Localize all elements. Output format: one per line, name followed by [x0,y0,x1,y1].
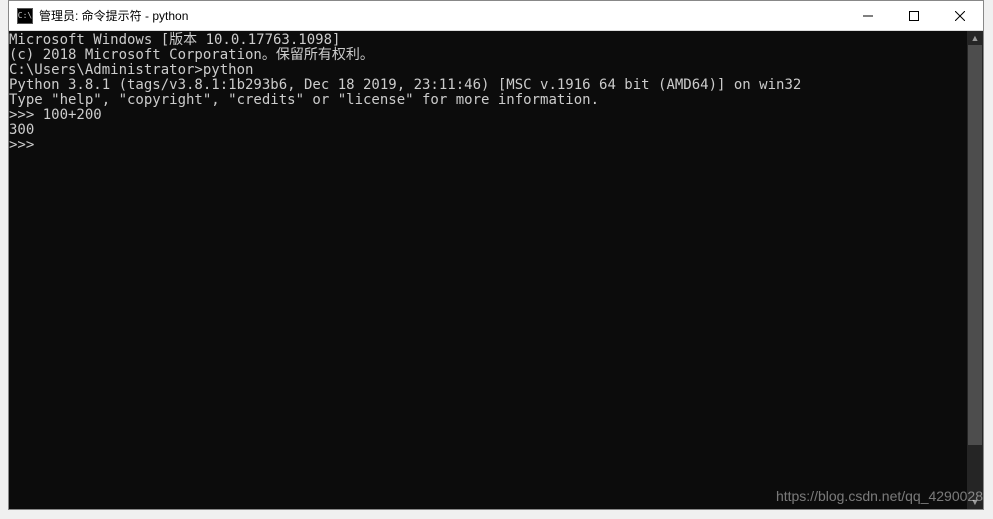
terminal-line: (c) 2018 Microsoft Corporation。保留所有权利。 [9,48,967,63]
terminal-line: >>> [9,138,967,153]
terminal-area: Microsoft Windows [版本 10.0.17763.1098](c… [9,31,983,509]
close-button[interactable] [937,1,983,30]
terminal-line: Type "help", "copyright", "credits" or "… [9,93,967,108]
app-icon: C:\ [17,8,33,24]
terminal-line: >>> 100+200 [9,108,967,123]
minimize-button[interactable] [845,1,891,30]
titlebar[interactable]: C:\ 管理员: 命令提示符 - python [9,1,983,31]
vertical-scrollbar[interactable]: ▲ ▼ [967,31,983,509]
terminal-line: Python 3.8.1 (tags/v3.8.1:1b293b6, Dec 1… [9,78,967,93]
terminal-line: 300 [9,123,967,138]
terminal-line: Microsoft Windows [版本 10.0.17763.1098] [9,33,967,48]
command-prompt-window: C:\ 管理员: 命令提示符 - python Microsoft Window… [8,0,984,510]
window-controls [845,1,983,30]
terminal-line: C:\Users\Administrator>python [9,63,967,78]
scroll-up-arrow[interactable]: ▲ [967,31,983,45]
maximize-button[interactable] [891,1,937,30]
terminal-output[interactable]: Microsoft Windows [版本 10.0.17763.1098](c… [9,31,967,509]
scroll-down-arrow[interactable]: ▼ [967,495,983,509]
window-title: 管理员: 命令提示符 - python [39,7,845,24]
scrollbar-thumb[interactable] [968,45,982,445]
